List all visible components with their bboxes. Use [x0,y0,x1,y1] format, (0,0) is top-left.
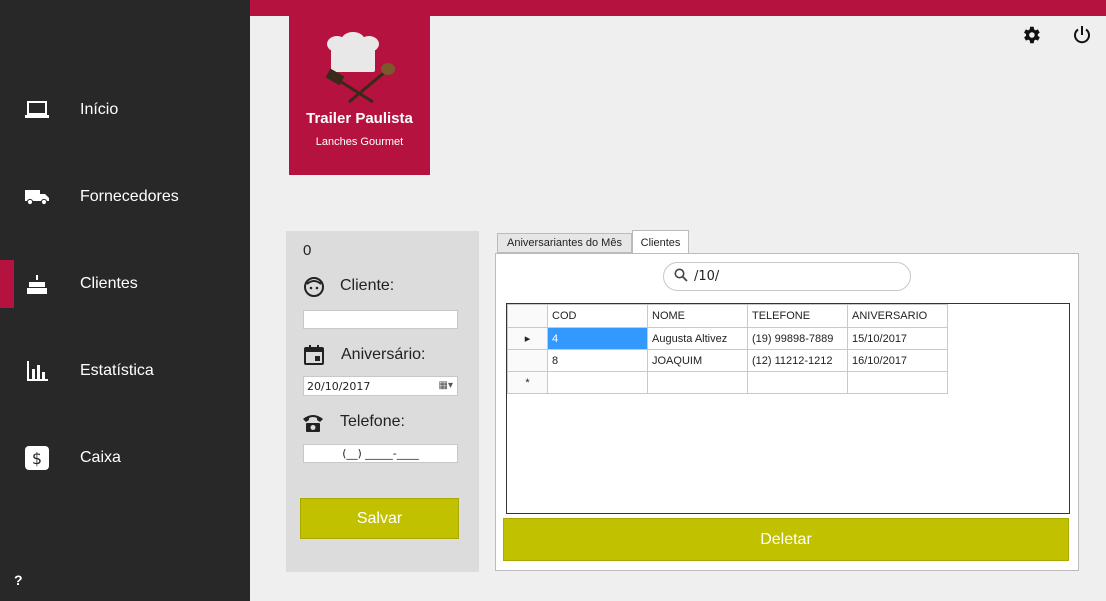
clients-grid[interactable]: COD NOME TELEFONE ANIVERSARIO ▸ 4 August… [506,303,1070,514]
sidebar-item-inicio[interactable]: Início [0,86,250,134]
bar-chart-icon [25,359,49,383]
table-row[interactable]: 8 JOAQUIM (12) 11212-1212 16/10/2017 [507,349,948,372]
table-cell[interactable]: (12) 11212-1212 [747,349,848,372]
sidebar: Início Fornecedores Clientes Estatística… [0,0,250,601]
calendar-icon [303,344,325,370]
sidebar-item-clientes[interactable]: Clientes [0,260,250,308]
row-header[interactable] [507,349,548,372]
new-row[interactable]: * [507,371,948,394]
brand-tagline: Lanches Gourmet [315,136,404,148]
table-cell[interactable]: 15/10/2017 [847,327,948,350]
top-bar [250,0,1106,16]
brand-logo: Trailer Paulista Lanches Gourmet [289,16,430,175]
phone-icon [301,412,325,438]
column-header-aniversario[interactable]: ANIVERSARIO [847,304,948,328]
column-header-cod[interactable]: COD [547,304,648,328]
column-header-nome[interactable]: NOME [647,304,748,328]
table-cell[interactable]: 8 [547,349,648,372]
column-header-telefone[interactable]: TELEFONE [747,304,848,328]
client-id: 0 [303,242,312,259]
grid-header-row: COD NOME TELEFONE ANIVERSARIO [507,304,948,328]
table-cell[interactable]: JOAQUIM [647,349,748,372]
aniversario-date-picker[interactable]: 20/10/2017 ▦▾ [303,376,458,396]
laptop-icon [25,98,49,122]
tab-clientes[interactable]: Clientes [632,230,689,254]
sidebar-item-label: Caixa [80,449,121,466]
table-cell[interactable]: Augusta Altivez [647,327,748,350]
sidebar-item-label: Fornecedores [80,188,179,205]
sidebar-item-label: Início [80,101,119,118]
save-button[interactable]: Salvar [300,498,459,539]
search-input[interactable]: /10/ [663,262,911,291]
active-indicator [0,260,14,308]
table-cell[interactable]: 4 [547,327,648,350]
table-cell[interactable]: 16/10/2017 [847,349,948,372]
aniversario-value: 20/10/2017 [307,379,371,393]
telefone-field[interactable]: (__) _____-____ [303,444,458,463]
gear-icon[interactable] [1020,24,1042,46]
brand-name: Trailer Paulista [306,110,413,127]
client-form-panel: 0 Cliente: Aniversário: 20/10/2017 ▦▾ Te… [286,231,479,572]
sidebar-item-fornecedores[interactable]: Fornecedores [0,173,250,221]
table-cell[interactable] [547,371,648,394]
cliente-label: Cliente: [340,277,395,294]
cake-icon [25,272,49,296]
chef-hat-icon [325,32,395,104]
sidebar-item-label: Estatística [80,362,154,379]
calendar-dropdown-icon[interactable]: ▦▾ [439,380,453,391]
search-value: /10/ [694,269,720,284]
table-cell[interactable] [847,371,948,394]
truck-icon [25,185,49,209]
current-row-indicator-icon[interactable]: ▸ [507,327,548,350]
telefone-label: Telefone: [340,413,405,430]
sidebar-item-label: Clientes [80,275,138,292]
cliente-field[interactable] [303,310,458,329]
table-cell[interactable] [647,371,748,394]
tab-aniversariantes[interactable]: Aniversariantes do Mês [497,233,632,253]
sidebar-item-caixa[interactable]: $ Caixa [0,434,250,482]
table-cell[interactable] [747,371,848,394]
dollar-icon: $ [25,446,49,470]
new-row-marker[interactable]: * [507,371,548,394]
face-icon [303,276,325,302]
svg-text:$: $ [32,449,42,468]
aniversario-label: Aniversário: [341,346,426,363]
table-cell[interactable]: (19) 99898-7889 [747,327,848,350]
help-button[interactable]: ? [14,572,23,588]
grid-corner [507,304,548,328]
sidebar-item-estatistica[interactable]: Estatística [0,347,250,395]
power-icon[interactable] [1071,24,1093,46]
table-row[interactable]: ▸ 4 Augusta Altivez (19) 99898-7889 15/1… [507,327,948,350]
delete-button[interactable]: Deletar [503,518,1069,561]
search-icon [674,268,688,286]
